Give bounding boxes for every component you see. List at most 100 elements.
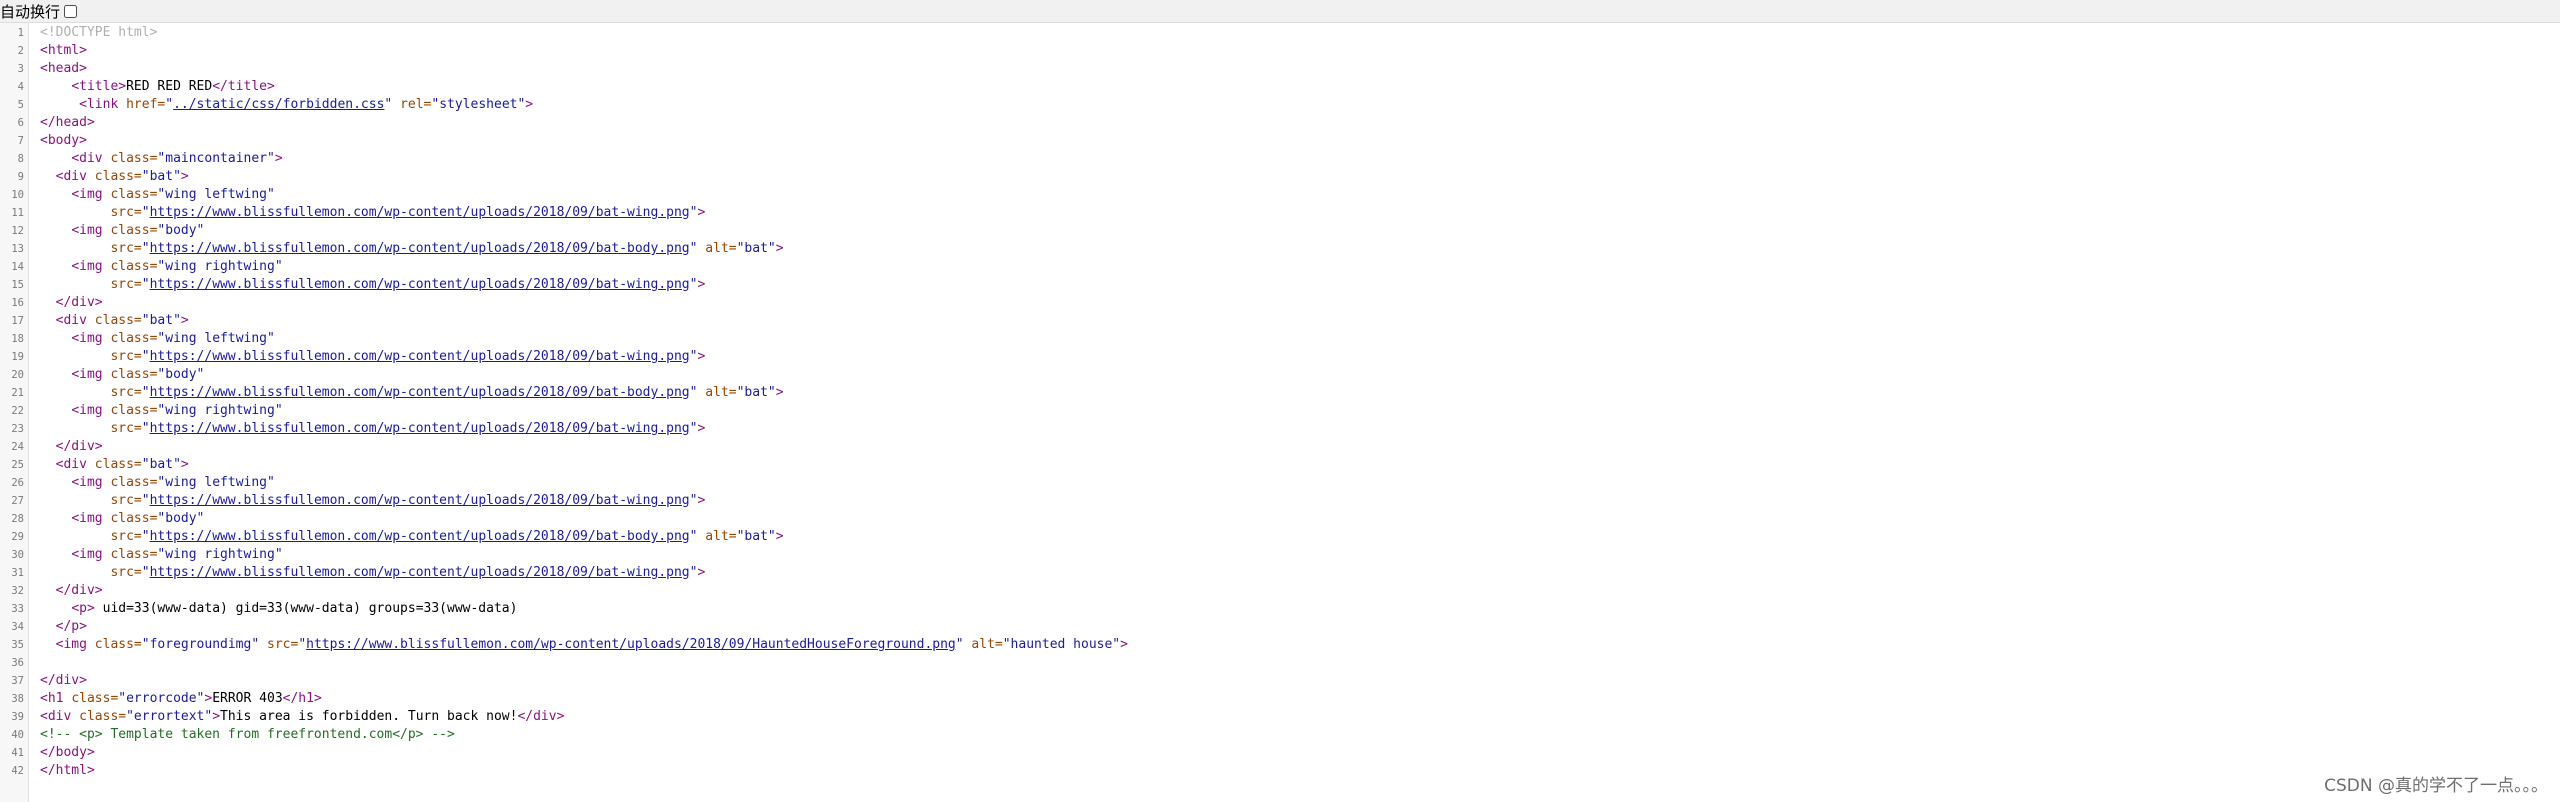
code-line: 8 <div class="maincontainer"> <box>0 150 2560 168</box>
code-text: src="https://www.blissfullemon.com/wp-co… <box>40 348 705 366</box>
source-link[interactable]: https://www.blissfullemon.com/wp-content… <box>150 421 690 436</box>
line-number: 39 <box>11 711 24 723</box>
tag-token: <img <box>71 331 111 346</box>
line-number: 35 <box>11 639 24 651</box>
code-line: 41 </body> <box>0 744 2560 762</box>
line-number: 13 <box>11 243 24 255</box>
line-number: 20 <box>11 369 24 381</box>
attribute-token: src= <box>110 241 142 256</box>
tag-token: <img <box>71 367 111 382</box>
value-token: "wing rightwing" <box>157 259 283 274</box>
value-token: " <box>141 277 150 292</box>
word-wrap-toggle[interactable]: 自动换行 <box>0 1 78 22</box>
tag-token: <img <box>71 511 111 526</box>
value-token: " <box>141 529 150 544</box>
watermark: CSDN @真的学不了一点。。。 <box>2324 776 2548 796</box>
source-link[interactable]: https://www.blissfullemon.com/wp-content… <box>150 385 690 400</box>
line-number: 3 <box>17 63 24 75</box>
tag-token: <div <box>40 709 80 724</box>
source-link[interactable]: https://www.blissfullemon.com/wp-content… <box>150 241 690 256</box>
attribute-token: class= <box>110 403 158 418</box>
attribute-token: class= <box>94 457 142 472</box>
source-link[interactable]: https://www.blissfullemon.com/wp-content… <box>306 637 956 652</box>
text-token: RED RED RED <box>126 79 213 94</box>
code-line: 2 <html> <box>0 42 2560 60</box>
code-line: 4 <title>RED RED RED</title> <box>0 78 2560 96</box>
code-text: <img class="body" <box>40 366 204 384</box>
code-line: 30 <img class="wing rightwing" <box>0 546 2560 564</box>
source-link[interactable]: https://www.blissfullemon.com/wp-content… <box>150 205 690 220</box>
word-wrap-label: 自动换行 <box>0 2 61 21</box>
source-link[interactable]: https://www.blissfullemon.com/wp-content… <box>150 277 690 292</box>
tag-token: > <box>697 205 706 220</box>
code-text: </p> <box>40 618 87 636</box>
code-line: 38 <h1 class="errorcode">ERROR 403</h1> <box>0 690 2560 708</box>
tag-token: </h1> <box>282 691 322 706</box>
attribute-token: src= <box>110 421 142 436</box>
source-link[interactable]: ../static/css/forbidden.css <box>173 97 384 112</box>
source-link[interactable]: https://www.blissfullemon.com/wp-content… <box>150 349 690 364</box>
value-token: "errortext" <box>126 709 213 724</box>
attribute-token: src= <box>110 277 142 292</box>
source-viewer-window: 自动换行 1 <!DOCTYPE html> 2 <html> 3 <head> 4 <ti… <box>0 0 2560 802</box>
value-token: "body" <box>157 511 205 526</box>
attribute-token: class= <box>94 169 142 184</box>
attribute-token: class= <box>110 367 158 382</box>
code-text: <img class="wing leftwing" <box>40 474 275 492</box>
code-line: 6 </head> <box>0 114 2560 132</box>
code-text: <div class="maincontainer"> <box>40 150 282 168</box>
value-token: "body" <box>157 367 205 382</box>
code-text: <div class="bat"> <box>40 456 189 474</box>
value-token: "bat" <box>736 385 776 400</box>
attribute-token: src= <box>267 637 299 652</box>
line-number: 11 <box>11 207 24 219</box>
code-text: </div> <box>40 672 87 690</box>
line-number: 26 <box>11 477 24 489</box>
line-number: 32 <box>11 585 24 597</box>
line-number: 4 <box>17 81 24 93</box>
code-line: 34 </p> <box>0 618 2560 636</box>
line-number: 21 <box>11 387 24 399</box>
value-token: "bat" <box>141 169 181 184</box>
code-text: src="https://www.blissfullemon.com/wp-co… <box>40 564 705 582</box>
code-text: <img class="wing rightwing" <box>40 258 283 276</box>
tag-token: <title> <box>71 79 127 94</box>
value-token: " <box>298 637 307 652</box>
tag-token: <div <box>55 313 95 328</box>
attribute-token: src= <box>110 529 142 544</box>
word-wrap-checkbox[interactable] <box>64 4 78 18</box>
code-text: <img class="wing leftwing" <box>40 330 275 348</box>
tag-token: > <box>775 241 784 256</box>
line-number: 17 <box>11 315 24 327</box>
doctype-token: <!DOCTYPE html> <box>40 25 158 40</box>
line-number: 9 <box>17 171 24 183</box>
tag-token: </body> <box>40 745 95 760</box>
line-number: 25 <box>11 459 24 471</box>
line-number: 8 <box>17 153 24 165</box>
source-link[interactable]: https://www.blissfullemon.com/wp-content… <box>150 493 690 508</box>
attribute-token: alt= <box>705 529 737 544</box>
source-link[interactable]: https://www.blissfullemon.com/wp-content… <box>150 565 690 580</box>
code-line: 40 <!-- <p> Template taken from freefront… <box>0 726 2560 744</box>
code-line: 27 src="https://www.blissfullemon.com/wp… <box>0 492 2560 510</box>
value-token: " <box>141 349 150 364</box>
tag-token: <img <box>71 187 111 202</box>
value-token: "bat" <box>141 313 181 328</box>
source-link[interactable]: https://www.blissfullemon.com/wp-content… <box>150 529 690 544</box>
line-number: 1 <box>17 27 24 39</box>
code-line: 16 </div> <box>0 294 2560 312</box>
tag-token: <img <box>71 259 111 274</box>
